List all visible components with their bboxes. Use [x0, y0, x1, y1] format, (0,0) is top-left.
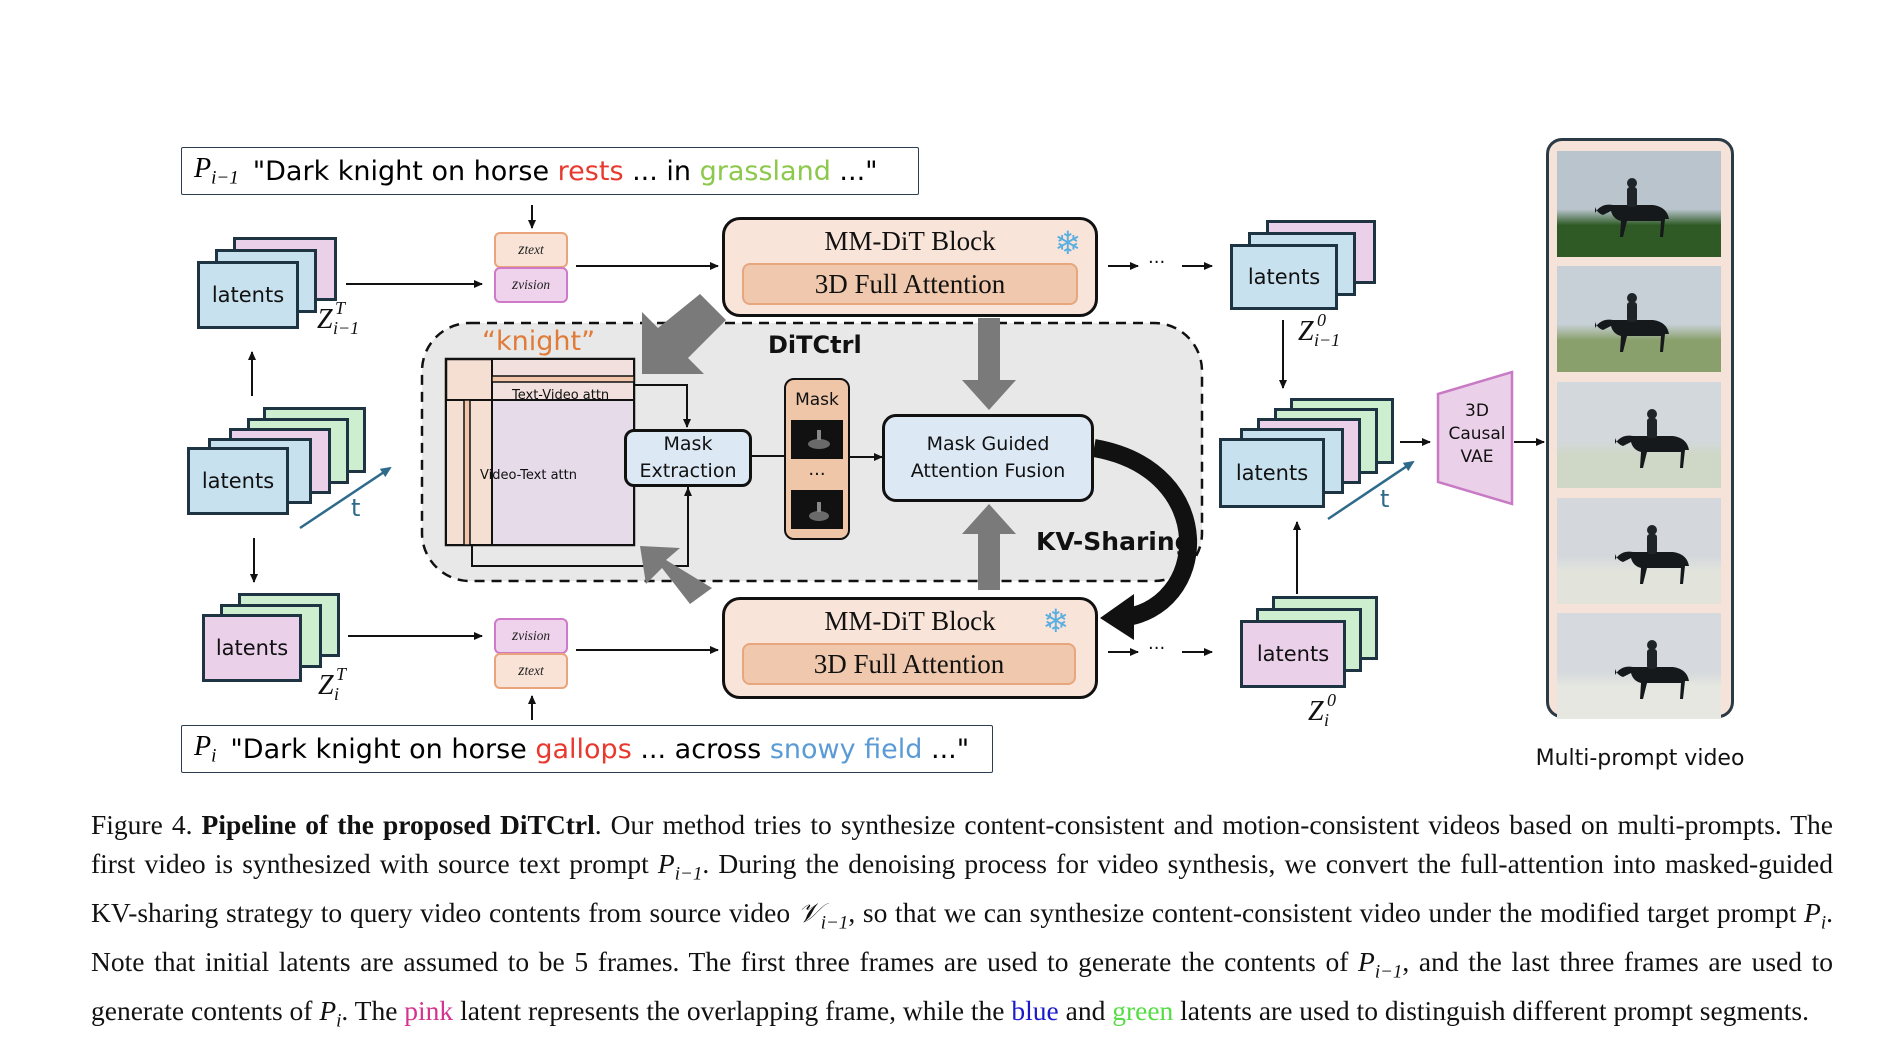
mmdit-block-source: MM-DiT Block ❄ 3D Full Attention [722, 217, 1098, 317]
prompt-segment: ..." [922, 733, 970, 765]
prompt-segment: ... in [623, 155, 700, 187]
horse-mask-icon [809, 502, 829, 521]
caption-segment: P [657, 847, 675, 879]
mask-extraction-box: Mask Extraction [624, 429, 752, 487]
snowflake-icon: ❄ [1054, 224, 1081, 262]
vae-label: 3D Causal VAE [1448, 401, 1506, 467]
horse-rider-icon [1595, 293, 1669, 352]
horse-rider-icon [1615, 525, 1689, 584]
mask-label: Mask [795, 390, 839, 410]
ditctrl-title: DiTCtrl [768, 331, 862, 359]
prompt-source-symbol: Pi−1 [194, 152, 239, 189]
caption-segment: green [1112, 994, 1174, 1026]
full-attention-box: 3D Full Attention [742, 263, 1078, 305]
z-label-top-right: Z 0 i−1 [1298, 310, 1341, 350]
prompt-segment: snowy field [769, 733, 923, 765]
snowflake-icon: ❄ [1042, 602, 1069, 640]
caption-segment: i−1 [674, 863, 703, 884]
prompt-segment: ..." [830, 155, 878, 187]
caption-segment: i−1 [1374, 961, 1403, 982]
token-knight: “knight” [482, 326, 596, 357]
prompt-source: Pi−1 "Dark knight on horse rests ... in … [181, 147, 919, 195]
latents-label: latents [215, 636, 289, 660]
figure-title: Pipeline of the proposed DiTCtrl [201, 809, 595, 840]
caption-segment: latent represents the overlapping frame,… [453, 994, 1012, 1026]
caption-body: . Our method tries to synthesize content… [91, 809, 1833, 1031]
video-text-attn-label: Video-Text attn [480, 468, 577, 483]
caption-segment: blue [1011, 994, 1059, 1026]
video-frame [1557, 266, 1721, 372]
caption-segment: i−1 [820, 912, 849, 933]
caption-segment: . The [341, 994, 405, 1026]
z-vision-box-top: z vision [494, 267, 568, 303]
time-axis-label-right: t [1380, 485, 1390, 513]
caption-segment: P [1358, 945, 1375, 977]
prompt-target: Pi "Dark knight on horse gallops ... acr… [181, 725, 993, 773]
figure-caption: Figure 4. Pipeline of the proposed DiTCt… [91, 806, 1833, 1041]
flow-ellipsis-bottom: ··· [1148, 638, 1166, 659]
flow-ellipsis-top: ··· [1148, 252, 1166, 273]
video-frame [1557, 382, 1721, 488]
latents-label: latents [1235, 461, 1309, 485]
z-label-bottom-right: Z 0 i [1308, 690, 1336, 730]
mask-strip: Mask ··· [784, 378, 850, 540]
z-label-bottom-left: Z T i [318, 664, 347, 704]
prompt-segment: rests [557, 155, 624, 187]
horse-rider-icon [1615, 640, 1689, 699]
caption-segment: latents are used to distinguish differen… [1173, 994, 1809, 1026]
caption-segment: , so that we can synthesize content-cons… [848, 896, 1805, 928]
latents-label: latents [1247, 265, 1321, 289]
text-video-attn-label: Text-Video attn [512, 388, 610, 403]
horse-rider-icon [1595, 178, 1669, 237]
mask-guided-attention-fusion-box: Mask Guided Attention Fusion [882, 414, 1094, 502]
mmdit-block-target: MM-DiT Block ❄ 3D Full Attention [722, 597, 1098, 699]
kv-sharing-label: KV-Sharing [1036, 527, 1193, 556]
z-vision-box-bottom: z vision [494, 618, 568, 654]
prompt-segment: gallops [535, 733, 632, 765]
video-label: Multi-prompt video [1535, 746, 1745, 771]
mask-ellipsis: ··· [808, 464, 826, 485]
prompt-source-text: "Dark knight on horse rests ... in grass… [253, 156, 878, 187]
full-attention-box: 3D Full Attention [742, 643, 1076, 685]
caption-segment: and [1058, 994, 1113, 1026]
prompt-segment: "Dark knight on horse [252, 155, 558, 187]
caption-segment: P [1804, 896, 1821, 928]
horse-mask-icon [808, 430, 830, 449]
caption-segment: P [319, 994, 337, 1026]
video-frame [1557, 151, 1721, 257]
mask-thumbnail-1 [791, 420, 843, 459]
video-frame [1557, 613, 1721, 719]
mmdit-title: MM-DiT Block [824, 226, 996, 256]
latents-label: latents [1256, 642, 1330, 666]
caption-segment: 𝒱 [797, 896, 821, 928]
z-label-top-left: Z T i−1 [317, 298, 360, 338]
horse-rider-icon [1615, 409, 1689, 468]
caption-segment: pink [404, 994, 454, 1026]
mask-thumbnail-2 [791, 490, 843, 529]
mmdit-title: MM-DiT Block [824, 606, 996, 636]
figure-label: Figure 4. [91, 809, 193, 840]
latents-label: latents [201, 469, 275, 493]
prompt-segment: grassland [699, 155, 831, 187]
z-text-box-top: z text [494, 232, 568, 268]
latents-label: latents [211, 283, 285, 307]
prompt-segment: "Dark knight on horse [230, 733, 536, 765]
video-frame [1557, 498, 1721, 604]
time-axis-label-left: t [351, 494, 361, 522]
z-text-box-bottom: z text [494, 653, 568, 689]
prompt-segment: ... across [631, 733, 770, 765]
kv-sharing-arrowhead [1100, 594, 1134, 640]
prompt-target-symbol: Pi [194, 730, 217, 767]
prompt-target-text: "Dark knight on horse gallops ... across… [230, 734, 969, 765]
